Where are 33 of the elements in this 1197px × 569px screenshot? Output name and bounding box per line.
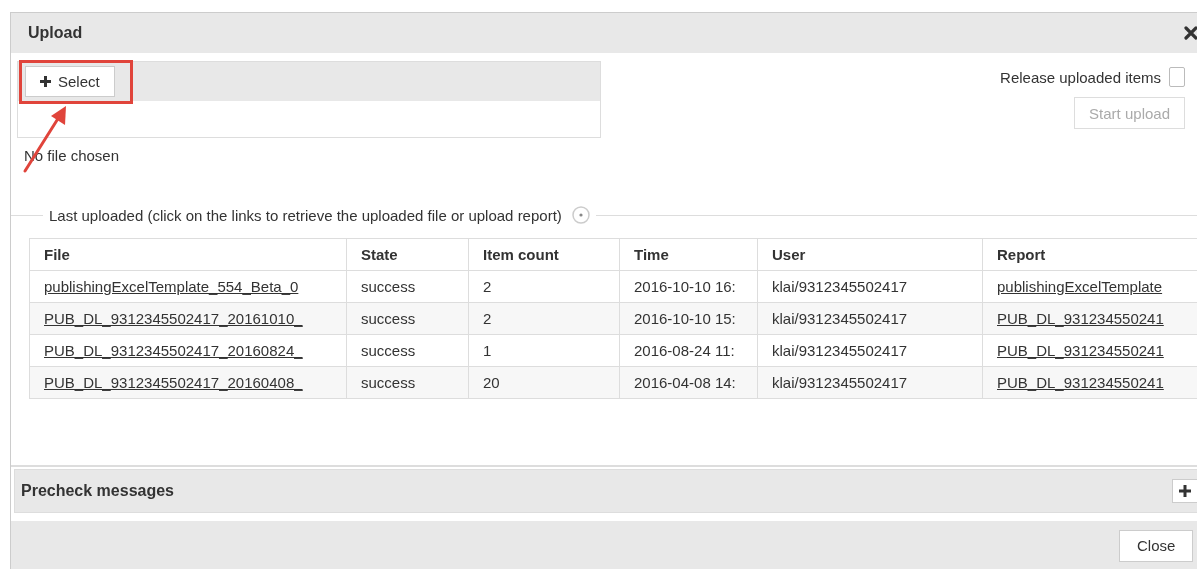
table-cell: klai/9312345502417	[757, 334, 983, 367]
table-cell: 20	[468, 366, 620, 399]
table-cell: success	[346, 270, 469, 303]
table-cell: 2016-10-10 16:	[619, 270, 758, 303]
column-header: File	[29, 238, 347, 271]
table-cell: 2	[468, 302, 620, 335]
table-cell: klai/9312345502417	[757, 270, 983, 303]
column-header: Time	[619, 238, 758, 271]
table-cell: klai/9312345502417	[757, 302, 983, 335]
close-button[interactable]: Close	[1119, 529, 1194, 562]
dialog-title: Upload	[28, 24, 83, 42]
table-cell: 2	[468, 270, 620, 303]
table-cell: 2016-08-24 11:	[619, 334, 758, 367]
plus-icon	[40, 76, 51, 87]
table-cell: success	[346, 334, 469, 367]
table-cell: success	[346, 302, 469, 335]
column-header: State	[346, 238, 469, 271]
table-cell: klai/9312345502417	[757, 366, 983, 399]
table-cell: 1	[468, 334, 620, 367]
column-header: Item count	[468, 238, 620, 271]
release-checkbox[interactable]	[1169, 67, 1185, 87]
select-button[interactable]: Select	[25, 66, 115, 97]
plus-icon	[1179, 485, 1191, 497]
column-header: User	[757, 238, 983, 271]
column-header: Report	[982, 238, 1197, 271]
panel-title: Precheck messages	[21, 482, 174, 500]
table-cell: 2016-04-08 14:	[619, 366, 758, 399]
table-cell: 2016-10-10 15:	[619, 302, 758, 335]
expand-button[interactable]	[1172, 479, 1197, 503]
table-cell: success	[346, 366, 469, 399]
close-icon[interactable]	[1184, 26, 1197, 40]
section-legend: Last uploaded (click on the links to retrieve the uploaded file or upload report)	[49, 206, 562, 224]
release-label: Release uploaded items	[1000, 68, 1161, 86]
